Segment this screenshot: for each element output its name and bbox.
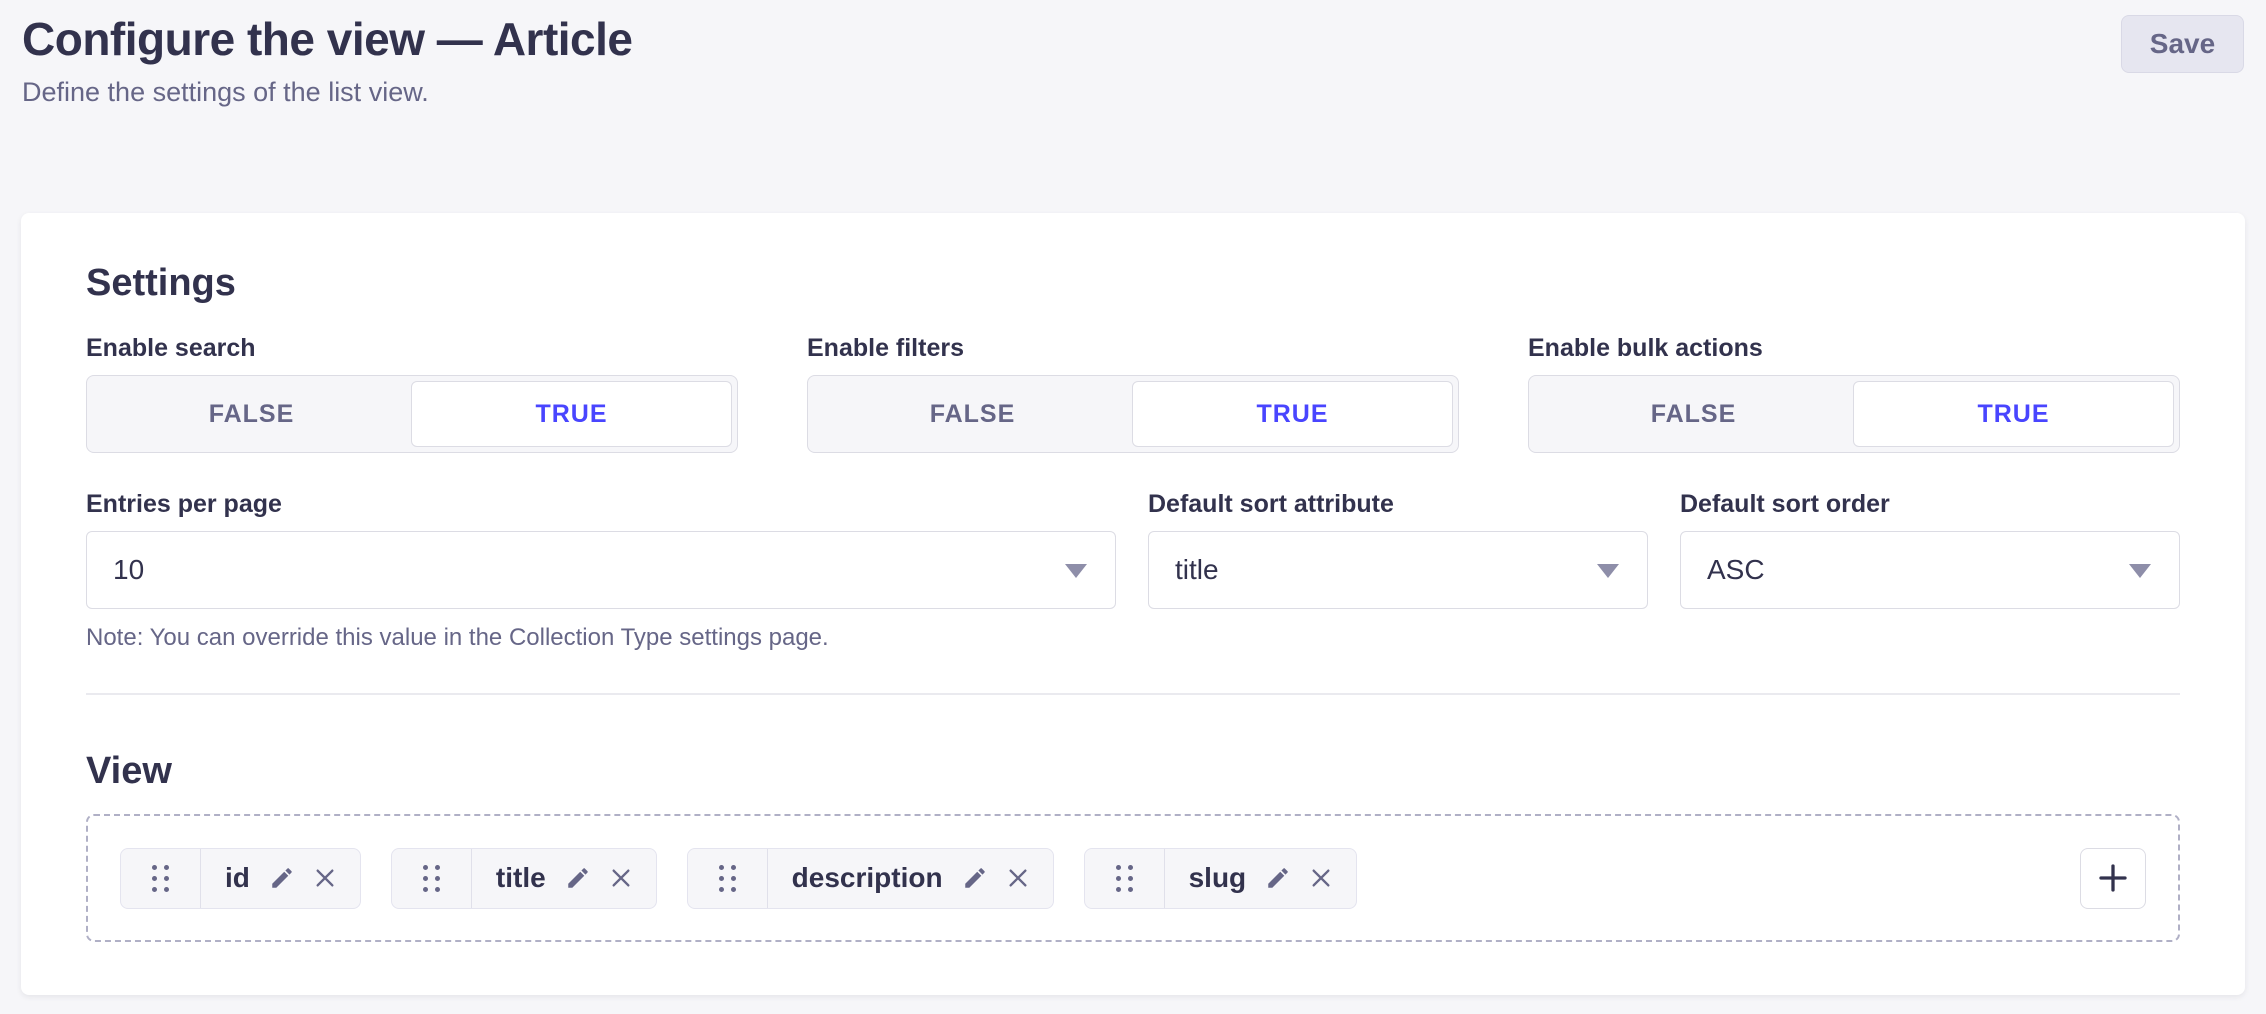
default-sort-attribute-label: Default sort attribute bbox=[1148, 489, 1648, 519]
view-fields-drop-zone: id title bbox=[86, 814, 2180, 942]
default-sort-attribute-select[interactable]: title bbox=[1148, 531, 1648, 609]
field-chip-description[interactable]: description bbox=[687, 848, 1054, 909]
field-chip-label: id bbox=[225, 862, 250, 894]
entries-per-page-field: Entries per page 10 Note: You can overri… bbox=[86, 489, 1116, 653]
enable-search-toggle: FALSE TRUE bbox=[86, 375, 738, 453]
drag-handle-icon[interactable] bbox=[392, 849, 472, 908]
entries-per-page-note: Note: You can override this value in the… bbox=[86, 623, 1116, 653]
enable-filters-true-option[interactable]: TRUE bbox=[1132, 381, 1453, 447]
close-icon[interactable] bbox=[1007, 867, 1029, 889]
toggle-row: Enable search FALSE TRUE Enable filters … bbox=[86, 333, 2180, 453]
save-button[interactable]: Save bbox=[2121, 15, 2244, 73]
select-row: Entries per page 10 Note: You can overri… bbox=[86, 489, 2180, 653]
field-chip-slug[interactable]: slug bbox=[1084, 848, 1358, 909]
drag-handle-icon[interactable] bbox=[1085, 849, 1165, 908]
enable-search-false-option[interactable]: FALSE bbox=[92, 381, 411, 447]
view-section-heading: View bbox=[86, 747, 2180, 795]
drag-handle-icon[interactable] bbox=[688, 849, 768, 908]
enable-search-label: Enable search bbox=[86, 333, 738, 363]
default-sort-order-label: Default sort order bbox=[1680, 489, 2180, 519]
pencil-icon[interactable] bbox=[269, 865, 295, 891]
enable-bulk-actions-true-option[interactable]: TRUE bbox=[1853, 381, 2174, 447]
field-chip-label: slug bbox=[1189, 862, 1247, 894]
field-chip-label: description bbox=[792, 862, 943, 894]
plus-icon bbox=[2095, 860, 2131, 896]
field-chip-id[interactable]: id bbox=[120, 848, 361, 909]
default-sort-order-select[interactable]: ASC bbox=[1680, 531, 2180, 609]
close-icon[interactable] bbox=[314, 867, 336, 889]
default-sort-attribute-field: Default sort attribute title bbox=[1148, 489, 1648, 653]
enable-bulk-actions-false-option[interactable]: FALSE bbox=[1534, 381, 1853, 447]
entries-per-page-value: 10 bbox=[113, 554, 144, 586]
enable-filters-field: Enable filters FALSE TRUE bbox=[807, 333, 1459, 453]
entries-per-page-label: Entries per page bbox=[86, 489, 1116, 519]
drag-handle-icon[interactable] bbox=[121, 849, 201, 908]
section-divider bbox=[86, 693, 2180, 695]
field-chip-label: title bbox=[496, 862, 546, 894]
enable-bulk-actions-field: Enable bulk actions FALSE TRUE bbox=[1528, 333, 2180, 453]
default-sort-order-value: ASC bbox=[1707, 554, 1765, 586]
enable-search-true-option[interactable]: TRUE bbox=[411, 381, 732, 447]
page-header: Configure the view — Article Define the … bbox=[0, 0, 2266, 109]
enable-filters-toggle: FALSE TRUE bbox=[807, 375, 1459, 453]
pencil-icon[interactable] bbox=[1265, 865, 1291, 891]
field-chip-title[interactable]: title bbox=[391, 848, 657, 909]
default-sort-attribute-value: title bbox=[1175, 554, 1219, 586]
default-sort-order-field: Default sort order ASC bbox=[1680, 489, 2180, 653]
enable-search-field: Enable search FALSE TRUE bbox=[86, 333, 738, 453]
page-subtitle: Define the settings of the list view. bbox=[22, 75, 2244, 109]
pencil-icon[interactable] bbox=[962, 865, 988, 891]
enable-bulk-actions-label: Enable bulk actions bbox=[1528, 333, 2180, 363]
entries-per-page-select[interactable]: 10 bbox=[86, 531, 1116, 609]
settings-card: Settings Enable search FALSE TRUE Enable… bbox=[21, 213, 2245, 995]
enable-filters-false-option[interactable]: FALSE bbox=[813, 381, 1132, 447]
close-icon[interactable] bbox=[610, 867, 632, 889]
pencil-icon[interactable] bbox=[565, 865, 591, 891]
close-icon[interactable] bbox=[1310, 867, 1332, 889]
settings-section-heading: Settings bbox=[86, 259, 2180, 307]
chevron-down-icon bbox=[1065, 564, 1087, 578]
chevron-down-icon bbox=[1597, 564, 1619, 578]
enable-bulk-actions-toggle: FALSE TRUE bbox=[1528, 375, 2180, 453]
chevron-down-icon bbox=[2129, 564, 2151, 578]
add-field-button[interactable] bbox=[2080, 848, 2146, 909]
enable-filters-label: Enable filters bbox=[807, 333, 1459, 363]
page-title: Configure the view — Article bbox=[22, 10, 2244, 68]
